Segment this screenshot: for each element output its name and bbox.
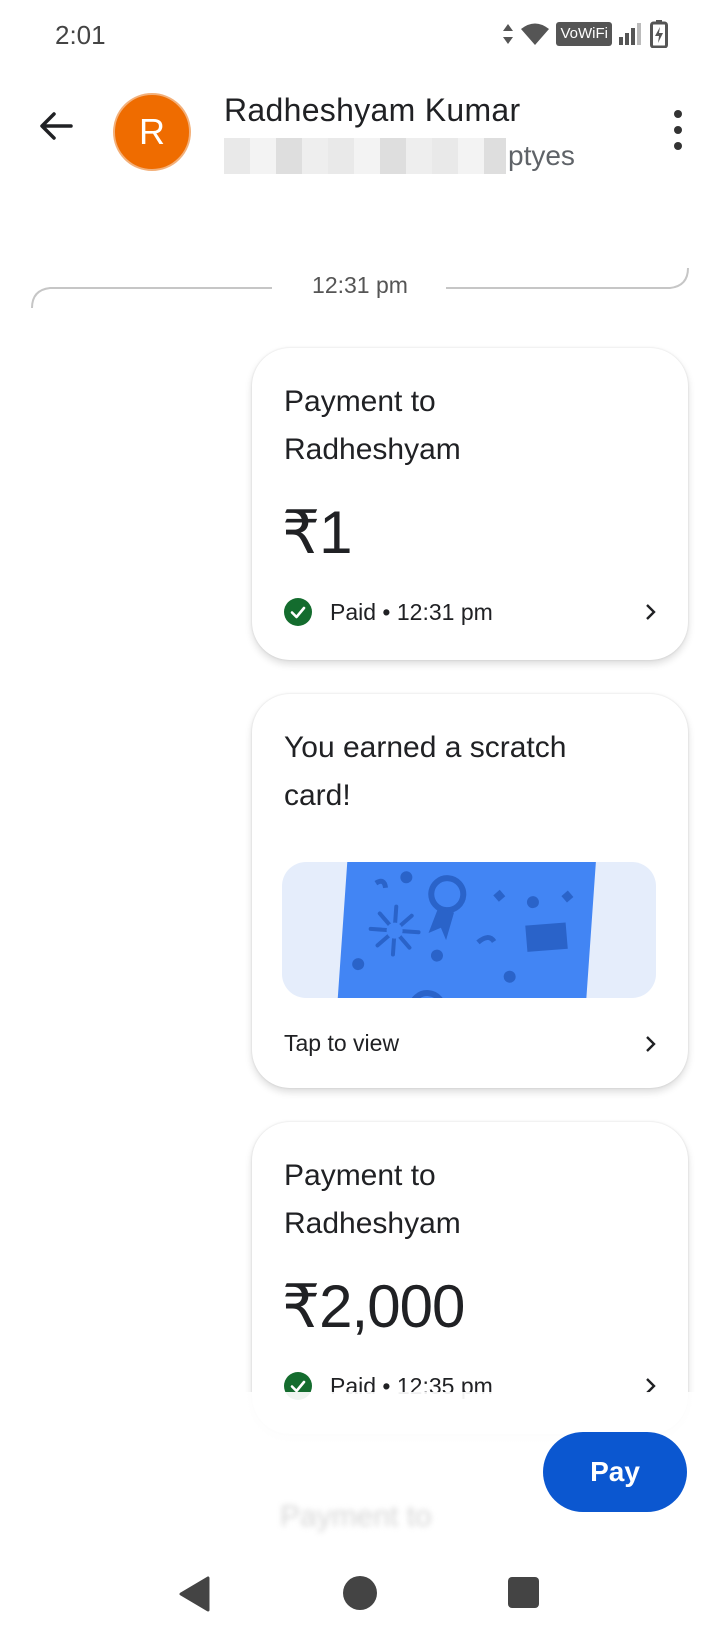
avatar[interactable]: R (113, 93, 191, 171)
card-title-line1: Payment to (284, 385, 436, 418)
divider-time: 12:31 pm (312, 272, 408, 298)
status-time: 2:01 (55, 20, 106, 50)
pay-button[interactable]: Pay (543, 1432, 687, 1512)
nav-recents-icon[interactable] (508, 1577, 539, 1608)
card-title-line1: You earned a scratch (284, 731, 567, 764)
vowifi-badge: VoWiFi (556, 22, 612, 46)
chevron-right-icon (646, 1035, 656, 1052)
status-icons: VoWiFi (502, 20, 668, 48)
arrow-back-icon (40, 112, 73, 140)
payment-amount: ₹1 (282, 499, 353, 566)
faded-card-title: Payment to (280, 1500, 432, 1533)
nav-home-icon[interactable] (343, 1576, 377, 1610)
payment-status: Paid • 12:31 pm (330, 598, 493, 625)
payment-status-row: Paid • 12:31 pm (284, 598, 660, 626)
more-options-button[interactable] (670, 110, 686, 150)
data-arrows-icon (503, 24, 514, 44)
chat-header: R Radheshyam Kumar ptyes (0, 72, 720, 192)
nav-back-icon[interactable] (178, 1576, 210, 1612)
contact-subtitle: ptyes (224, 138, 575, 174)
scratch-card-message[interactable]: You earned a scratch card! Tap to view (252, 694, 688, 1088)
more-vert-icon (674, 110, 682, 118)
redacted-block (224, 138, 506, 174)
back-button[interactable] (30, 100, 82, 152)
payment-card[interactable]: Payment to Radheshyam ₹2,000 Paid • 12:3… (252, 1122, 688, 1434)
payment-card[interactable]: Payment to Radheshyam ₹1 Paid • 12:31 pm (252, 348, 688, 660)
signal-icon (619, 23, 641, 45)
scratch-card-illustration (336, 862, 596, 998)
tap-to-view-label: Tap to view (284, 1030, 400, 1056)
card-title-line2: Radheshyam (284, 433, 461, 466)
scratch-card-preview[interactable] (282, 862, 656, 998)
system-nav-bar (0, 1560, 720, 1640)
contact-name[interactable]: Radheshyam Kumar (224, 92, 521, 129)
battery-icon (650, 20, 668, 48)
contact-subtitle-text: ptyes (508, 140, 575, 171)
payment-amount: ₹2,000 (282, 1273, 465, 1340)
status-bar: 2:01 VoWiFi (0, 0, 720, 72)
card-title-line2: card! (284, 779, 351, 812)
chevron-right-icon (646, 604, 656, 620)
check-circle-icon (284, 598, 312, 626)
card-title-line2: Radheshyam (284, 1207, 461, 1240)
wifi-icon (521, 23, 550, 45)
tap-to-view-row[interactable]: Tap to view (284, 1030, 660, 1057)
card-title-line1: Payment to (284, 1159, 436, 1192)
